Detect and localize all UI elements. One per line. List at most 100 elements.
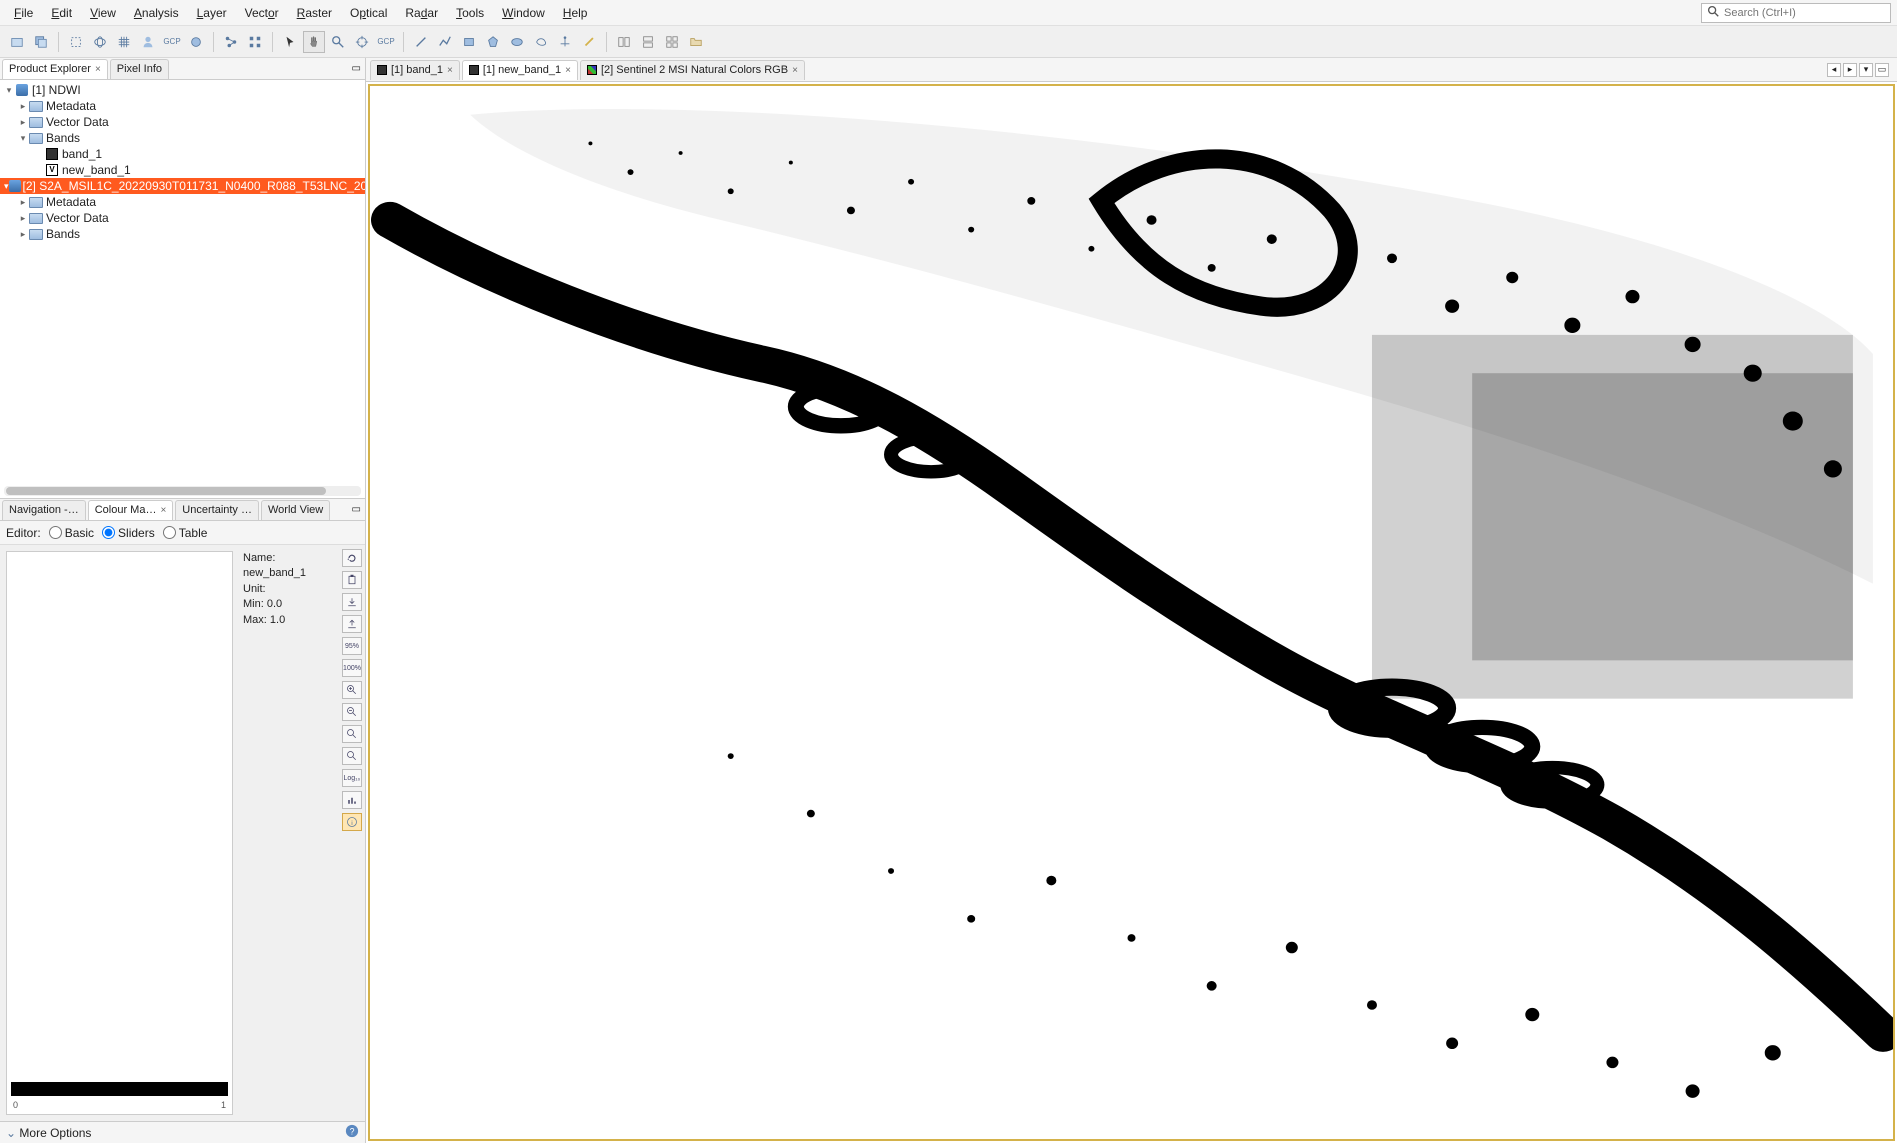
menu-analysis[interactable]: Analysis (126, 3, 187, 23)
grid-icon[interactable] (113, 31, 135, 53)
minimize-icon[interactable]: ▭ (352, 504, 361, 515)
viewer-tab-rgb[interactable]: [2] Sentinel 2 MSI Natural Colors RGB× (580, 60, 805, 80)
tab-next-icon[interactable]: ▸ (1843, 63, 1857, 77)
export-icon[interactable] (342, 615, 362, 633)
search-box[interactable] (1701, 3, 1891, 23)
tile-h-icon[interactable] (613, 31, 635, 53)
log10-button[interactable]: Log₁₀ (342, 769, 362, 787)
tab-uncertainty[interactable]: Uncertainty … (175, 500, 259, 520)
band-name-value: new_band_1 (243, 567, 306, 579)
gcp-icon[interactable]: GCP (161, 31, 183, 53)
tab-world-view[interactable]: World View (261, 500, 330, 520)
product-node-1[interactable]: ▾[1] NDWI (0, 82, 365, 98)
menu-vector[interactable]: Vector (237, 3, 287, 23)
band-node-band1[interactable]: band_1 (0, 146, 365, 162)
vectordata-node[interactable]: ▸Vector Data (0, 114, 365, 130)
close-icon[interactable]: × (447, 65, 453, 76)
close-icon[interactable]: × (160, 505, 166, 516)
band-icon (587, 65, 597, 75)
product-tree[interactable]: ▾[1] NDWI ▸Metadata ▸Vector Data ▾Bands … (0, 80, 365, 484)
bands-node[interactable]: ▾Bands (0, 130, 365, 146)
rect-icon[interactable] (458, 31, 480, 53)
menu-help[interactable]: Help (555, 3, 596, 23)
band-icon (469, 65, 479, 75)
import-icon[interactable] (342, 593, 362, 611)
menu-view[interactable]: View (82, 3, 124, 23)
folder-icon[interactable] (685, 31, 707, 53)
tab-pixel-info[interactable]: Pixel Info (110, 59, 169, 79)
info-icon[interactable]: i (342, 813, 362, 831)
zoom-v-out-icon[interactable] (342, 747, 362, 765)
ellipse-icon[interactable] (506, 31, 528, 53)
user-icon[interactable] (137, 31, 159, 53)
metadata-node-2[interactable]: ▸Metadata (0, 194, 365, 210)
pan-icon[interactable] (303, 31, 325, 53)
globe-icon[interactable] (185, 31, 207, 53)
close-icon[interactable]: × (95, 64, 101, 75)
editor-sliders-radio[interactable]: Sliders (102, 526, 155, 540)
image-canvas[interactable] (368, 84, 1895, 1141)
horizontal-scrollbar[interactable] (4, 486, 361, 496)
viewer-tab-band1[interactable]: [1] band_1× (370, 60, 460, 80)
wand-icon[interactable] (578, 31, 600, 53)
freeform-icon[interactable] (530, 31, 552, 53)
zoom-v-in-icon[interactable] (342, 725, 362, 743)
menu-file[interactable]: File (6, 3, 41, 23)
bands-node-2[interactable]: ▸Bands (0, 226, 365, 242)
menu-window[interactable]: Window (494, 3, 553, 23)
tab-product-explorer[interactable]: Product Explorer× (2, 59, 108, 79)
anchor-icon[interactable] (554, 31, 576, 53)
close-icon[interactable]: × (565, 65, 571, 76)
line-icon[interactable] (410, 31, 432, 53)
menu-layer[interactable]: Layer (189, 3, 235, 23)
menu-optical[interactable]: Optical (342, 3, 395, 23)
tile-v-icon[interactable] (637, 31, 659, 53)
zoom-icon[interactable] (327, 31, 349, 53)
menu-raster[interactable]: Raster (289, 3, 340, 23)
batch-icon[interactable] (244, 31, 266, 53)
open-product-icon[interactable] (6, 31, 28, 53)
menu-radar[interactable]: Radar (397, 3, 446, 23)
maximize-icon[interactable]: ▭ (1875, 63, 1889, 77)
folder-icon (29, 229, 43, 240)
polygon-icon[interactable] (482, 31, 504, 53)
menu-edit[interactable]: Edit (43, 3, 80, 23)
polyline-icon[interactable] (434, 31, 456, 53)
colour-strip[interactable] (11, 1082, 228, 1096)
band-node-newband1[interactable]: Vnew_band_1 (0, 162, 365, 178)
graph-icon[interactable] (220, 31, 242, 53)
histogram-equalize-icon[interactable] (342, 791, 362, 809)
zoom-out-icon[interactable] (342, 703, 362, 721)
menu-tools[interactable]: Tools (448, 3, 492, 23)
zoom-in-icon[interactable] (342, 681, 362, 699)
clipboard-icon[interactable] (342, 571, 362, 589)
save-all-icon[interactable] (30, 31, 52, 53)
close-icon[interactable]: × (792, 65, 798, 76)
help-icon[interactable]: ? (345, 1124, 359, 1141)
reproject-icon[interactable] (89, 31, 111, 53)
image-viewer: [1] band_1× [1] new_band_1× [2] Sentinel… (366, 58, 1897, 1143)
metadata-node[interactable]: ▸Metadata (0, 98, 365, 114)
viewer-tab-newband1[interactable]: [1] new_band_1× (462, 60, 578, 80)
vectordata-node-2[interactable]: ▸Vector Data (0, 210, 365, 226)
more-options-row[interactable]: ⌄ More Options ? (0, 1121, 365, 1143)
crosshair-icon[interactable] (351, 31, 373, 53)
histogram-area[interactable]: 01 (6, 551, 233, 1115)
editor-table-radio[interactable]: Table (163, 526, 208, 540)
tab-dropdown-icon[interactable]: ▾ (1859, 63, 1873, 77)
minimize-icon[interactable]: ▭ (352, 63, 361, 74)
subset-icon[interactable] (65, 31, 87, 53)
tab-colour-manipulation[interactable]: Colour Ma…× (88, 500, 174, 520)
stretch-100-button[interactable]: 100% (342, 659, 362, 677)
stretch-95-button[interactable]: 95% (342, 637, 362, 655)
product-node-2[interactable]: ▾[2] S2A_MSIL1C_20220930T011731_N0400_R0… (0, 178, 365, 194)
tab-navigation[interactable]: Navigation -… (2, 500, 86, 520)
pointer-icon[interactable] (279, 31, 301, 53)
gcp-tool-icon[interactable]: GCP (375, 31, 397, 53)
search-input[interactable] (1724, 7, 1886, 19)
tile-grid-icon[interactable] (661, 31, 683, 53)
reset-icon[interactable] (342, 549, 362, 567)
tab-prev-icon[interactable]: ◂ (1827, 63, 1841, 77)
folder-icon (29, 213, 43, 224)
editor-basic-radio[interactable]: Basic (49, 526, 94, 540)
